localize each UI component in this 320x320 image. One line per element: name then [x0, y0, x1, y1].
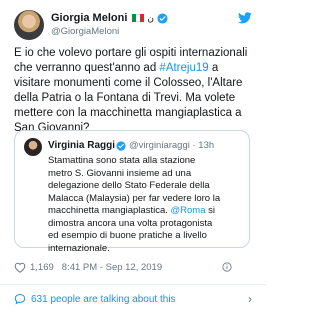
info-icon[interactable] — [222, 262, 232, 272]
tweet-timestamp[interactable]: 8:41 PM - Sep 12, 2019 — [62, 262, 162, 273]
author-name-symbol: ن — [147, 12, 155, 23]
author-avatar[interactable] — [14, 10, 44, 40]
quoted-author-avatar — [24, 138, 42, 156]
conversation-count-text: 631 people are talking about this — [31, 293, 176, 305]
quoted-tweet-text: Stamattina sono stata alla stazione metr… — [48, 155, 244, 255]
divider — [0, 284, 266, 285]
tweet-meta: 1,169 8:41 PM - Sep 12, 2019 — [14, 262, 162, 273]
quoted-verified-badge-icon — [116, 141, 126, 151]
heart-icon[interactable] — [14, 262, 26, 273]
author-handle[interactable]: @GiorgiaMeloni — [51, 26, 119, 37]
author-name-row: Giorgia Meloni ن — [51, 12, 168, 24]
quoted-tweet[interactable]: Virginia Raggi @virginiaraggi · 13h Stam… — [14, 130, 250, 254]
verified-badge-icon — [157, 12, 168, 24]
chevron-right-icon[interactable]: › — [248, 292, 252, 306]
tweet-text: E io che volevo portare gli ospiti inter… — [14, 46, 252, 136]
like-count[interactable]: 1,169 — [30, 262, 54, 273]
tweet-card: Giorgia Meloni ن @GiorgiaMeloni E io che… — [0, 0, 266, 320]
speech-bubble-icon — [14, 293, 26, 305]
italy-flag-icon — [132, 14, 145, 22]
hashtag-link[interactable]: #Atreju19 — [159, 62, 208, 74]
twitter-bird-icon[interactable] — [238, 12, 252, 24]
mention-link[interactable]: @Roma — [171, 205, 206, 216]
quoted-author-name: Virginia Raggi — [48, 140, 116, 151]
quoted-author-handle: @virginiaraggi · 13h — [129, 140, 215, 151]
author-name[interactable]: Giorgia Meloni — [51, 12, 127, 24]
conversation-link[interactable]: 631 people are talking about this — [14, 293, 176, 305]
